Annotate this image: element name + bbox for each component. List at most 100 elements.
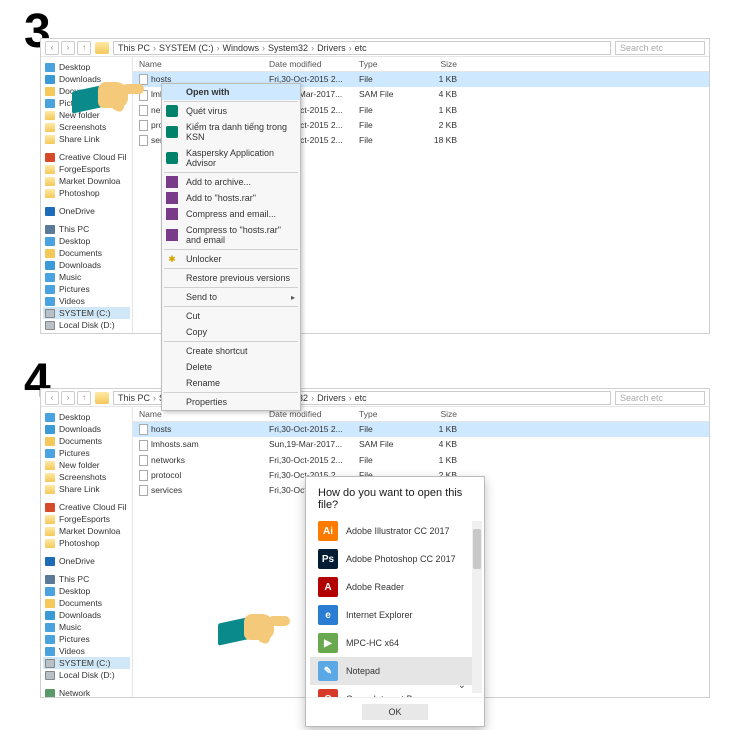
app-item[interactable]: AAdobe Reader [310,573,480,601]
crumb[interactable]: etc [355,43,367,53]
sidebar-item[interactable]: Pictures [43,283,130,295]
sidebar-item[interactable]: Videos [43,295,130,307]
sidebar-item[interactable]: Pictures [43,633,130,645]
app-item[interactable]: PsAdobe Photoshop CC 2017 [310,545,480,573]
sidebar-item-systemc[interactable]: SYSTEM (C:) [43,657,130,669]
app-item[interactable]: OOpera Internet Browser [310,685,480,697]
sidebar-item[interactable]: New folder [43,459,130,471]
sidebar-item[interactable]: Local Disk (D:) [43,669,130,681]
col-size[interactable]: Size [413,57,463,71]
back-button[interactable]: ‹ [45,391,59,405]
crumb[interactable]: Drivers [317,43,346,53]
ctx-item[interactable]: Compress to "hosts.rar" and email [162,222,300,248]
up-button[interactable]: ↑ [77,41,91,55]
sidebar-item[interactable]: ForgeEsports [43,513,130,525]
sidebar-item[interactable]: Market Downloa [43,175,130,187]
ctx-item[interactable]: Properties [162,394,300,410]
app-item-notepad[interactable]: ✎Notepad [310,657,480,685]
sidebar-item[interactable]: Local Disk (D:) [43,319,130,331]
sidebar-item[interactable]: Downloads [43,423,130,435]
ctx-item[interactable]: Add to "hosts.rar" [162,190,300,206]
ctx-item[interactable]: Kiểm tra danh tiếng trong KSN [162,119,300,145]
sidebar-item[interactable]: Pictures [43,447,130,459]
sidebar-item[interactable]: Desktop [43,61,130,73]
ctx-item-sendto[interactable]: Send to▸ [162,289,300,305]
file-list-header[interactable]: Name Date modified Type Size [133,57,709,72]
col-type[interactable]: Type [353,57,413,71]
search-input[interactable]: Search etc [615,41,705,55]
sidebar-item[interactable]: Desktop [43,585,130,597]
sidebar-item[interactable]: Documents [43,435,130,447]
file-icon [139,424,148,435]
sidebar-item[interactable]: Documents [43,247,130,259]
col-date[interactable]: Date modified [263,57,353,71]
sidebar-item[interactable]: Share Link [43,483,130,495]
ok-button[interactable]: OK [362,704,427,720]
search-input[interactable]: Search etc [615,391,705,405]
ctx-item[interactable]: Restore previous versions [162,270,300,286]
crumb[interactable]: This PC [118,43,150,53]
ctx-item[interactable]: Copy [162,324,300,340]
ctx-item[interactable]: Cut [162,308,300,324]
scrollbar[interactable] [472,521,482,693]
sidebar-item[interactable]: Music [43,621,130,633]
ctx-item[interactable]: Delete [162,359,300,375]
ctx-item[interactable]: Quét virus [162,103,300,119]
app-item[interactable]: AiAdobe Illustrator CC 2017 [310,517,480,545]
ctx-item[interactable]: Compress and email... [162,206,300,222]
col-type[interactable]: Type [353,407,413,421]
sidebar-item-onedrive[interactable]: OneDrive [43,555,130,567]
ctx-item[interactable]: Kaspersky Application Advisor [162,145,300,171]
sidebar-item-systemc[interactable]: SYSTEM (C:) [43,307,130,319]
crumb[interactable]: Windows [223,43,260,53]
crumb[interactable]: This PC [118,393,150,403]
sidebar-item[interactable]: Downloads [43,609,130,621]
sidebar-item[interactable]: Desktop [43,235,130,247]
scroll-thumb[interactable] [473,529,481,569]
col-size[interactable]: Size [413,407,463,421]
chevron-down-icon[interactable]: ⌄ [458,680,466,691]
file-icon [139,455,148,466]
fwd-button[interactable]: › [61,391,75,405]
breadcrumb[interactable]: This PC› SYSTEM (C:)› Windows› System32›… [113,41,611,55]
crumb[interactable]: SYSTEM (C:) [159,43,214,53]
app-item[interactable]: eInternet Explorer [310,601,480,629]
sidebar-item[interactable]: Market Downloa [43,525,130,537]
sidebar-item-cc[interactable]: Creative Cloud Fil [43,501,130,513]
sidebar-item[interactable]: Share Link [43,133,130,145]
ctx-item[interactable]: ✱Unlocker [162,251,300,267]
ctx-open-with[interactable]: Open with [162,84,300,100]
sidebar-item-thispc[interactable]: This PC [43,573,130,585]
back-button[interactable]: ‹ [45,41,59,55]
file-row[interactable]: networks Fri,30-Oct-2015 2...File1 KB [133,453,709,468]
sidebar-item[interactable]: ForgeEsports [43,163,130,175]
file-row[interactable]: lmhosts.sam Sun,19-Mar-2017...SAM File4 … [133,437,709,452]
file-icon [139,120,148,131]
sidebar-item-thispc[interactable]: This PC [43,223,130,235]
file-row-hosts[interactable]: hosts Fri,30-Oct-2015 2...File1 KB [133,422,709,437]
ctx-item[interactable]: Create shortcut [162,343,300,359]
crumb[interactable]: Drivers [317,393,346,403]
kaspersky-icon [166,126,178,138]
app-item[interactable]: ▶MPC-HC x64 [310,629,480,657]
sidebar-item[interactable]: Downloads [43,259,130,271]
fwd-button[interactable]: › [61,41,75,55]
up-button[interactable]: ↑ [77,391,91,405]
crumb[interactable]: etc [355,393,367,403]
ctx-item[interactable]: Rename [162,375,300,391]
sidebar-item-cc[interactable]: Creative Cloud Fil [43,151,130,163]
sidebar-item[interactable]: Photoshop [43,187,130,199]
sidebar-item[interactable]: Videos [43,645,130,657]
sidebar-item[interactable]: Desktop [43,411,130,423]
crumb[interactable]: System32 [268,43,308,53]
sidebar-item[interactable]: Documents [43,597,130,609]
sidebar-item[interactable]: Screenshots [43,121,130,133]
open-with-dialog: How do you want to open this file? AiAdo… [305,476,485,727]
ctx-item[interactable]: Add to archive... [162,174,300,190]
sidebar-item[interactable]: Screenshots [43,471,130,483]
sidebar-item[interactable]: Photoshop [43,537,130,549]
col-name[interactable]: Name [133,57,263,71]
sidebar-item-onedrive[interactable]: OneDrive [43,205,130,217]
sidebar-item[interactable]: Music [43,271,130,283]
sidebar-item-network[interactable]: Network [43,687,130,697]
